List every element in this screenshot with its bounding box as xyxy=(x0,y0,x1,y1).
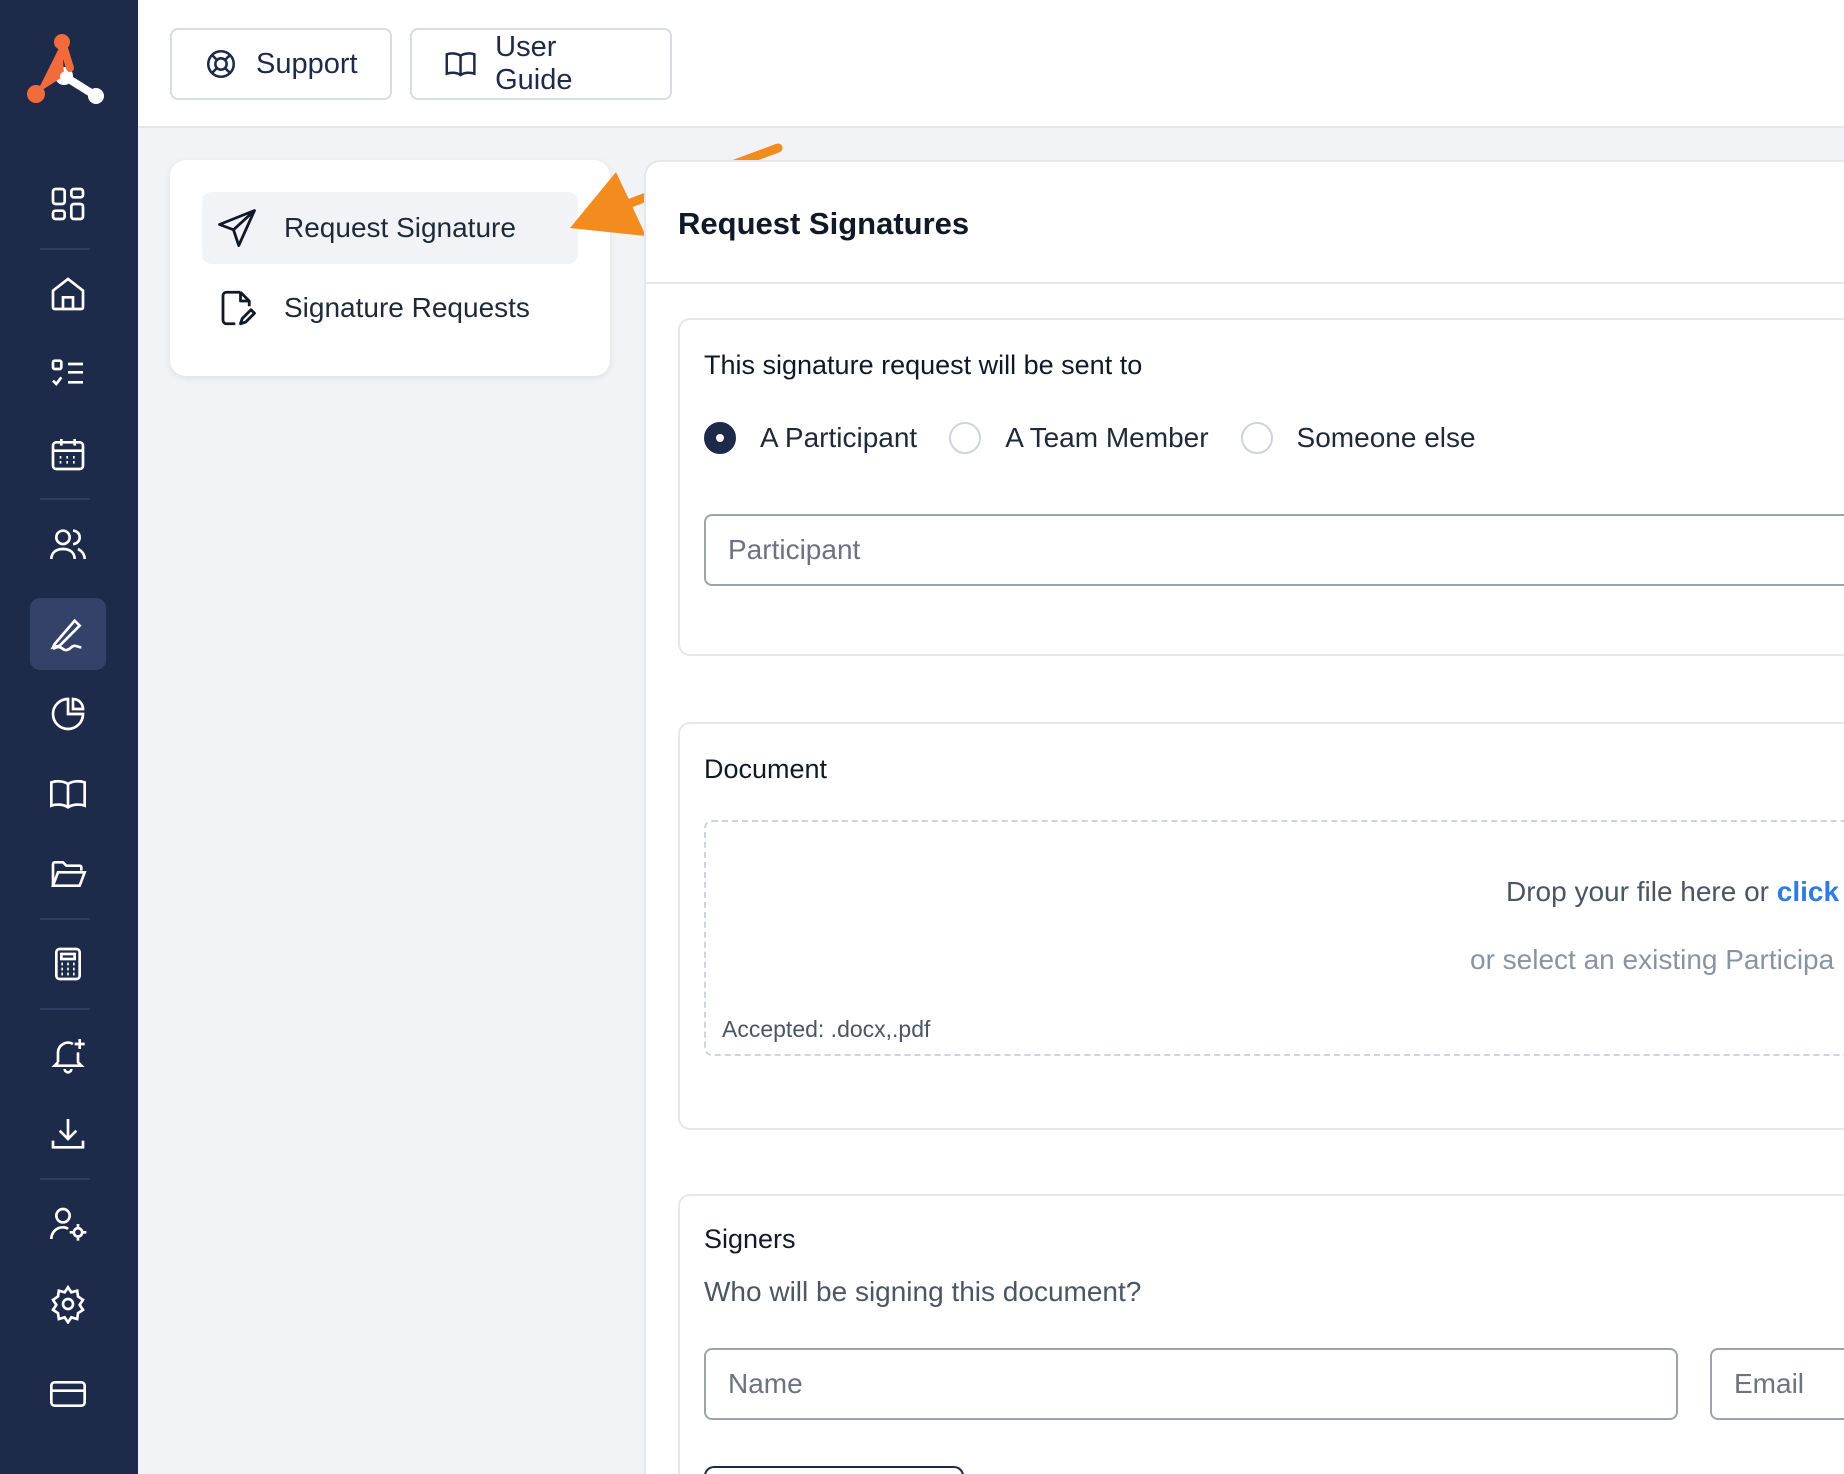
nav-guide[interactable] xyxy=(30,758,106,830)
folder-open-icon xyxy=(51,861,87,887)
document-title: Document xyxy=(704,754,828,784)
request-signatures-panel: Request Signatures This signature reques… xyxy=(644,160,1844,1474)
nav-download[interactable] xyxy=(30,1098,106,1170)
main-sidebar xyxy=(0,0,138,1474)
divider xyxy=(646,282,1844,284)
signers-title: Signers xyxy=(704,1224,796,1254)
send-icon xyxy=(218,209,256,247)
home-icon xyxy=(51,277,85,311)
add-signer-button[interactable] xyxy=(704,1466,964,1474)
participant-input[interactable]: Participant xyxy=(704,514,1844,586)
radio-team-member-label[interactable]: A Team Member xyxy=(1005,422,1208,454)
support-button[interactable]: Support xyxy=(170,28,392,100)
nav-checklist[interactable] xyxy=(30,338,106,410)
signer-email-input[interactable]: Email xyxy=(1710,1348,1844,1420)
nav-files[interactable] xyxy=(30,838,106,910)
drop-text: Drop your file here or xyxy=(1506,876,1777,907)
nav-dashboard[interactable] xyxy=(30,168,106,240)
radio-someone-else-label[interactable]: Someone else xyxy=(1297,422,1476,454)
users-icon xyxy=(50,529,86,560)
document-section: Document Drop your file here or click or… xyxy=(678,722,1844,1130)
select-existing-link[interactable]: or select an existing Participa xyxy=(1470,944,1834,976)
calculator-icon xyxy=(55,947,81,981)
subnav-item-label: Signature Requests xyxy=(284,292,530,323)
nav-signature[interactable] xyxy=(30,598,106,670)
file-dropzone[interactable]: Drop your file here or click or select a… xyxy=(704,820,1844,1056)
radio-team-member[interactable] xyxy=(949,422,982,454)
signature-subnav: Request Signature Signature Requests xyxy=(170,160,610,376)
drop-instructions: Drop your file here or click xyxy=(1506,876,1839,908)
subnav-item-label: Request Signature xyxy=(284,212,516,243)
nav-billing[interactable] xyxy=(30,1358,106,1430)
credit-card-icon xyxy=(50,1381,86,1407)
page-title: Request Signatures xyxy=(678,206,970,241)
app-logo[interactable] xyxy=(26,30,108,108)
nav-calculator[interactable] xyxy=(30,928,106,1000)
nav-user-settings[interactable] xyxy=(30,1188,106,1260)
nav-home[interactable] xyxy=(30,258,106,330)
lifebuoy-icon xyxy=(206,49,236,79)
nav-settings[interactable] xyxy=(30,1268,106,1340)
radio-someone-else[interactable] xyxy=(1240,422,1273,454)
checklist-icon xyxy=(51,359,83,387)
book-icon xyxy=(445,52,476,77)
download-icon xyxy=(51,1119,85,1149)
subnav-signature-requests[interactable]: Signature Requests xyxy=(202,272,578,344)
signer-name-placeholder: Name xyxy=(728,1368,803,1399)
book-icon xyxy=(50,779,86,809)
recipient-title: This signature request will be sent to xyxy=(704,350,1143,380)
user-settings-icon xyxy=(50,1207,87,1241)
support-label: Support xyxy=(256,47,358,80)
top-bar: Support User Guide xyxy=(138,0,1844,128)
signer-email-placeholder: Email xyxy=(1734,1368,1805,1399)
document-edit-icon xyxy=(221,290,256,326)
subnav-request-signature[interactable]: Request Signature xyxy=(202,192,578,264)
accepted-file-types: Accepted: .docx,.pdf xyxy=(722,1016,931,1042)
radio-participant[interactable] xyxy=(704,422,736,454)
recipient-section: This signature request will be sent to A… xyxy=(678,318,1844,656)
bell-plus-icon xyxy=(51,1039,85,1074)
nav-users[interactable] xyxy=(30,508,106,580)
gear-icon xyxy=(51,1284,85,1324)
user-guide-button[interactable]: User Guide xyxy=(410,28,672,100)
nav-reports[interactable] xyxy=(30,678,106,750)
user-guide-label: User Guide xyxy=(495,31,573,96)
signers-section: Signers Who will be signing this documen… xyxy=(678,1194,1844,1474)
pie-chart-icon xyxy=(51,697,85,731)
signature-icon xyxy=(50,618,82,652)
radio-participant-label[interactable]: A Participant xyxy=(760,422,917,454)
dashboard-icon xyxy=(51,187,85,221)
signers-subtitle: Who will be signing this document? xyxy=(704,1276,1142,1307)
nav-notifications[interactable] xyxy=(30,1018,106,1090)
nav-calendar[interactable] xyxy=(30,418,106,490)
calendar-icon xyxy=(51,439,85,471)
participant-placeholder: Participant xyxy=(728,534,861,565)
click-upload-link[interactable]: click xyxy=(1777,876,1839,907)
signer-name-input[interactable]: Name xyxy=(704,1348,1678,1420)
recipient-radio-group: A Participant A Team Member Someone else xyxy=(704,422,1508,454)
